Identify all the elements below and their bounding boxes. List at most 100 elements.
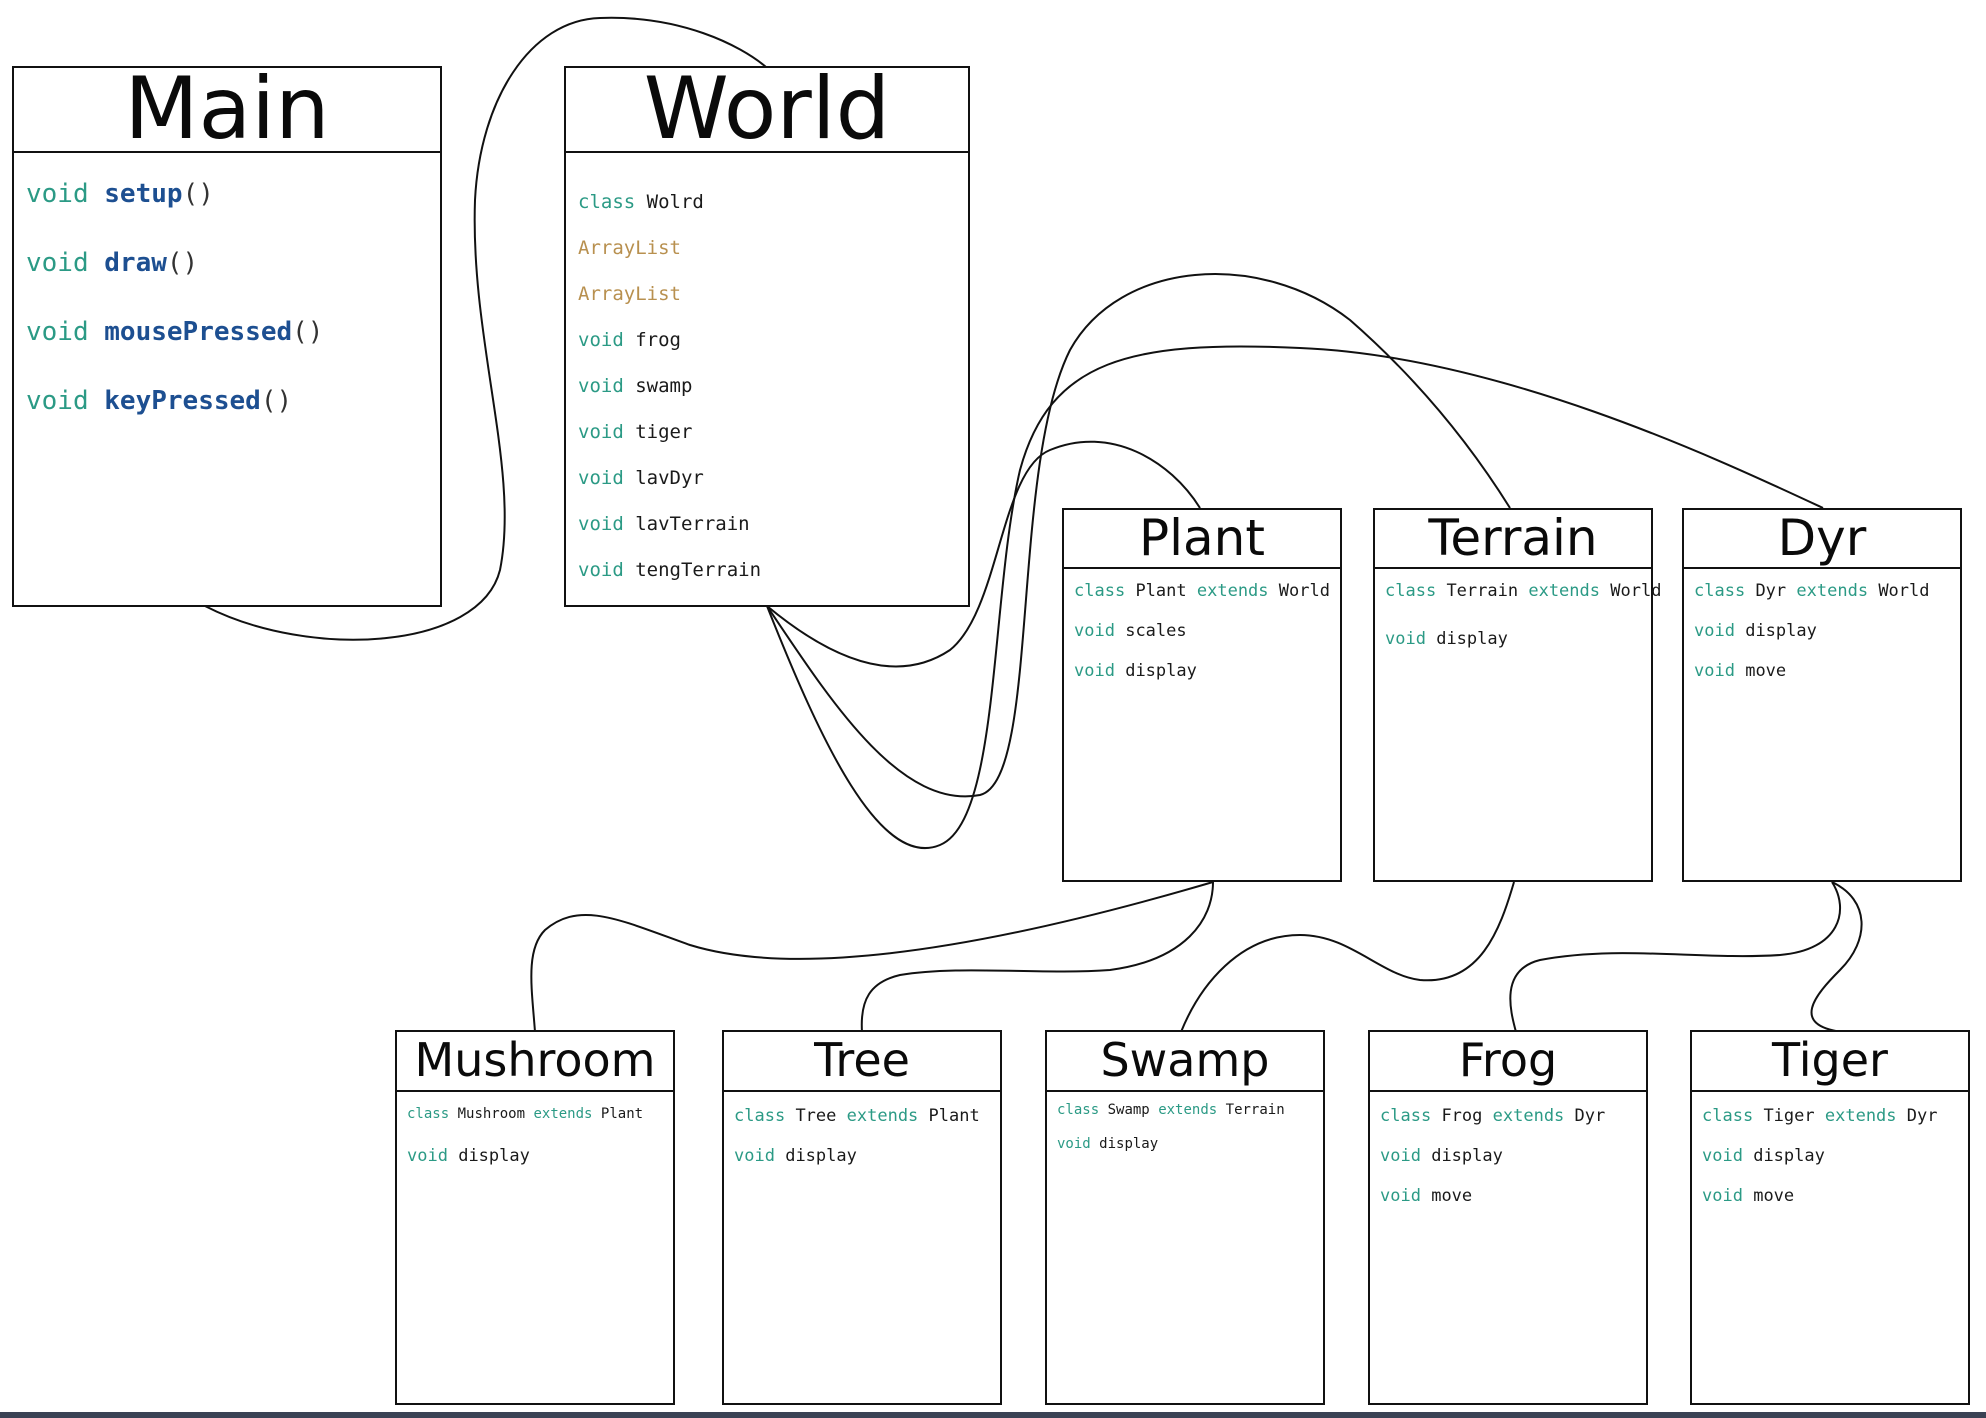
- member-line: ArrayList: [578, 283, 968, 329]
- keyword: void: [1380, 1186, 1421, 1206]
- method-name: move: [1753, 1186, 1795, 1206]
- class-name: Frog: [1441, 1106, 1483, 1126]
- class-declaration: class Swamp extends Terrain: [1057, 1102, 1323, 1136]
- class-declaration: class Mushroom extends Plant: [407, 1106, 673, 1146]
- mushroom-class-box: Mushroom class Mushroom extends Plant vo…: [395, 1030, 675, 1405]
- type-name: ArrayList: [578, 283, 681, 305]
- method-name: display: [1753, 1146, 1825, 1166]
- connector-dyr-tiger: [1810, 881, 1863, 1033]
- connector-terrain-swamp: [1180, 881, 1515, 1033]
- keyword: void: [578, 467, 624, 489]
- member-name: swamp: [635, 375, 693, 397]
- keyword: extends: [1158, 1102, 1218, 1118]
- class-declaration: class Tiger extends Dyr: [1702, 1106, 1968, 1146]
- keyword: void: [26, 179, 89, 209]
- method-line: void display: [407, 1146, 673, 1186]
- parent-name: Dyr: [1574, 1106, 1606, 1126]
- class-name: Swamp: [1107, 1102, 1150, 1118]
- mushroom-class-body: class Mushroom extends Plant void displa…: [397, 1092, 673, 1186]
- keyword: void: [1074, 621, 1115, 641]
- member-name: tiger: [635, 421, 693, 443]
- keyword: extends: [1824, 1106, 1897, 1126]
- class-name: Plant: [1135, 581, 1187, 601]
- method-name: move: [1745, 661, 1787, 681]
- member-name: lavDyr: [635, 467, 704, 489]
- main-class-box: Main void setup() void draw() void mouse…: [12, 66, 442, 607]
- keyword: void: [26, 386, 89, 416]
- method-line: void display: [1702, 1146, 1968, 1186]
- method-name: display: [1125, 661, 1197, 681]
- parens: (): [260, 386, 293, 416]
- parent-name: World: [1610, 581, 1662, 601]
- member-line: class Wolrd: [578, 191, 968, 237]
- world-class-title: World: [566, 68, 968, 153]
- tiger-class-title: Tiger: [1692, 1032, 1968, 1092]
- keyword: void: [26, 248, 89, 278]
- member-name: tengTerrain: [635, 559, 762, 581]
- method-line: void move: [1702, 1186, 1968, 1226]
- keyword: void: [1702, 1186, 1743, 1206]
- method-line: void draw(): [26, 248, 440, 317]
- method-name: display: [1431, 1146, 1503, 1166]
- parent-name: Plant: [928, 1106, 980, 1126]
- method-name: draw: [104, 248, 167, 278]
- keyword: void: [578, 513, 624, 535]
- parens: (): [182, 179, 214, 209]
- keyword: class: [1694, 581, 1746, 601]
- parent-name: Plant: [600, 1106, 644, 1122]
- parent-name: Dyr: [1906, 1106, 1938, 1126]
- keyword: void: [578, 559, 624, 581]
- member-name: lavTerrain: [635, 513, 750, 535]
- keyword: void: [1380, 1146, 1421, 1166]
- keyword: void: [1385, 629, 1426, 649]
- frog-class-box: Frog class Frog extends Dyr void display…: [1368, 1030, 1648, 1405]
- bottom-window-edge: [0, 1412, 1986, 1418]
- method-line: void display: [1385, 629, 1651, 669]
- tree-class-title: Tree: [724, 1032, 1000, 1092]
- method-line: void display: [734, 1146, 1000, 1186]
- method-line: void move: [1694, 661, 1960, 701]
- world-class-body: class Wolrd ArrayList ArrayList void fro…: [566, 153, 968, 605]
- keyword: void: [578, 375, 624, 397]
- keyword: class: [1057, 1102, 1100, 1118]
- keyword: void: [26, 317, 89, 347]
- member-name: Wolrd: [646, 191, 704, 213]
- method-name: scales: [1125, 621, 1187, 641]
- method-line: void keyPressed(): [26, 386, 440, 455]
- class-name: Dyr: [1755, 581, 1787, 601]
- keyword: extends: [533, 1106, 593, 1122]
- method-name: display: [458, 1146, 530, 1166]
- method-name: mousePressed: [104, 317, 293, 347]
- terrain-class-body: class Terrain extends World void display: [1375, 569, 1661, 669]
- member-line: void lavDyr: [578, 467, 968, 513]
- keyword: extends: [1196, 581, 1269, 601]
- member-line: void tengTerrain: [578, 559, 968, 605]
- keyword: class: [1702, 1106, 1754, 1126]
- member-line: void frog: [578, 329, 968, 375]
- keyword: void: [1694, 661, 1735, 681]
- dyr-class-body: class Dyr extends World void display voi…: [1684, 569, 1960, 701]
- keyword: class: [1385, 581, 1437, 601]
- connector-plant-mushroom: [530, 881, 1214, 1033]
- tree-class-body: class Tree extends Plant void display: [724, 1092, 1000, 1186]
- member-name: frog: [635, 329, 681, 351]
- swamp-class-box: Swamp class Swamp extends Terrain void d…: [1045, 1030, 1325, 1405]
- method-line: void setup(): [26, 179, 440, 248]
- main-class-body: void setup() void draw() void mousePress…: [14, 153, 440, 455]
- parent-name: World: [1878, 581, 1930, 601]
- parens: (): [166, 248, 199, 278]
- keyword: void: [1702, 1146, 1743, 1166]
- method-line: void mousePressed(): [26, 317, 440, 386]
- keyword: class: [1380, 1106, 1432, 1126]
- keyword: void: [1074, 661, 1115, 681]
- keyword: void: [578, 329, 624, 351]
- plant-class-box: Plant class Plant extends World void sca…: [1062, 508, 1342, 882]
- parens: (): [292, 317, 324, 347]
- tiger-class-box: Tiger class Tiger extends Dyr void displ…: [1690, 1030, 1970, 1405]
- keyword: class: [407, 1106, 450, 1122]
- class-name: Tiger: [1763, 1106, 1815, 1126]
- keyword: void: [578, 421, 624, 443]
- class-declaration: class Frog extends Dyr: [1380, 1106, 1646, 1146]
- member-line: void tiger: [578, 421, 968, 467]
- keyword: class: [1074, 581, 1126, 601]
